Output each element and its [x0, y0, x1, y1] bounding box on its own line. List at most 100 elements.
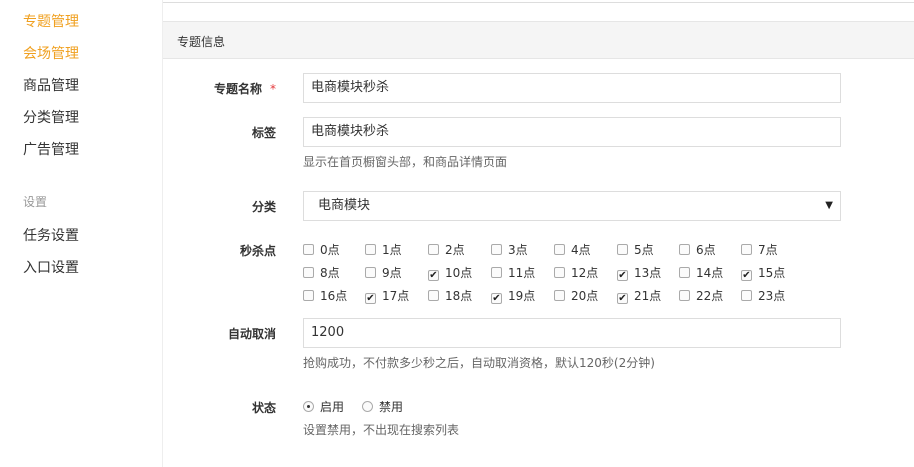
seckill-hour-label: 13点 — [634, 266, 662, 280]
checkbox-unchecked-icon — [365, 244, 376, 255]
checkbox-unchecked-icon — [741, 244, 752, 255]
checkbox-checked-icon: ✔ — [428, 270, 439, 281]
seckill-hour-label: 7点 — [758, 243, 778, 257]
divider — [163, 0, 914, 3]
status-enable-label: 启用 — [320, 400, 345, 414]
sidebar-item-categories[interactable]: 分类管理 — [23, 107, 79, 127]
seckill-hour-checkbox[interactable]: 3点 — [491, 241, 528, 259]
sidebar-item-task-settings[interactable]: 任务设置 — [23, 225, 79, 245]
seckill-hour-checkbox[interactable]: 20点 — [554, 287, 598, 305]
sidebar-section-settings: 设置 — [23, 195, 48, 209]
sidebar-item-products[interactable]: 商品管理 — [23, 75, 79, 95]
seckill-hour-checkbox[interactable]: 1点 — [365, 241, 402, 259]
status-disable-label: 禁用 — [379, 400, 404, 414]
seckill-hour-checkbox[interactable]: 12点 — [554, 264, 598, 282]
seckill-hour-label: 1点 — [382, 243, 402, 257]
panel-header: 专题信息 — [163, 21, 914, 59]
seckill-hour-label: 21点 — [634, 289, 662, 303]
seckill-hour-label: 9点 — [382, 266, 402, 280]
seckill-hour-checkbox[interactable]: 0点 — [303, 241, 340, 259]
checkbox-unchecked-icon — [303, 244, 314, 255]
seckill-hour-checkbox[interactable]: ✔ 21点 — [617, 287, 661, 305]
seckill-hour-label: 15点 — [758, 266, 786, 280]
checkbox-unchecked-icon — [679, 244, 690, 255]
topic-name-label-text: 专题名称 — [213, 82, 262, 96]
seckill-hour-checkbox[interactable]: ✔ 17点 — [365, 287, 409, 305]
auto-cancel-input[interactable]: 1200 — [303, 318, 841, 348]
checkbox-unchecked-icon — [428, 290, 439, 301]
category-select[interactable]: 电商模块 ▼ — [303, 191, 841, 221]
checkbox-unchecked-icon — [679, 290, 690, 301]
required-mark: * — [270, 82, 276, 96]
checkbox-checked-icon: ✔ — [617, 270, 628, 281]
category-selected-value: 电商模块 — [318, 198, 371, 213]
tag-input[interactable]: 电商模块秒杀 — [303, 117, 841, 147]
category-label: 分类 — [251, 200, 276, 214]
seckill-hour-label: 17点 — [382, 289, 410, 303]
seckill-hour-checkbox[interactable]: 14点 — [679, 264, 723, 282]
seckill-hour-checkbox[interactable]: ✔ 15点 — [741, 264, 785, 282]
status-help-text: 设置禁用，不出现在搜索列表 — [303, 423, 460, 437]
seckill-hour-checkbox[interactable]: 9点 — [365, 264, 402, 282]
checkbox-unchecked-icon — [428, 244, 439, 255]
seckill-hour-label: 8点 — [320, 266, 340, 280]
sidebar-item-entry-settings[interactable]: 入口设置 — [23, 257, 79, 277]
seckill-label: 秒杀点 — [239, 244, 276, 258]
seckill-hour-checkbox[interactable]: ✔ 10点 — [428, 264, 472, 282]
seckill-hour-checkbox[interactable]: 22点 — [679, 287, 723, 305]
seckill-hour-label: 18点 — [445, 289, 473, 303]
seckill-hour-checkbox[interactable]: 7点 — [741, 241, 778, 259]
seckill-hour-checkbox[interactable]: 8点 — [303, 264, 340, 282]
seckill-hour-label: 10点 — [445, 266, 473, 280]
seckill-hour-checkbox[interactable]: ✔ 19点 — [491, 287, 535, 305]
seckill-hour-checkbox[interactable]: 6点 — [679, 241, 716, 259]
seckill-hour-label: 3点 — [508, 243, 528, 257]
tag-help-text: 显示在首页橱窗头部，和商品详情页面 — [303, 155, 508, 169]
seckill-hour-checkbox[interactable]: 2点 — [428, 241, 465, 259]
topic-name-label: 专题名称 * — [163, 80, 276, 97]
seckill-hour-label: 20点 — [571, 289, 599, 303]
checkbox-unchecked-icon — [617, 244, 628, 255]
status-label: 状态 — [251, 401, 276, 415]
checkbox-unchecked-icon — [491, 244, 502, 255]
checkbox-unchecked-icon — [303, 267, 314, 278]
seckill-hour-label: 23点 — [758, 289, 786, 303]
caret-down-icon: ▼ — [825, 200, 833, 211]
seckill-hour-label: 6点 — [696, 243, 716, 257]
seckill-hour-label: 11点 — [508, 266, 536, 280]
seckill-hour-label: 0点 — [320, 243, 340, 257]
checkbox-unchecked-icon — [741, 290, 752, 301]
seckill-hour-label: 12点 — [571, 266, 599, 280]
checkbox-unchecked-icon — [365, 267, 376, 278]
seckill-hour-checkbox[interactable]: 18点 — [428, 287, 472, 305]
seckill-hour-checkbox[interactable]: 23点 — [741, 287, 785, 305]
checkbox-checked-icon: ✔ — [741, 270, 752, 281]
seckill-hour-checkbox[interactable]: 11点 — [491, 264, 535, 282]
seckill-hour-checkbox[interactable]: ✔ 13点 — [617, 264, 661, 282]
seckill-hour-checkbox[interactable]: 16点 — [303, 287, 347, 305]
checkbox-unchecked-icon — [554, 244, 565, 255]
seckill-hour-label: 22点 — [696, 289, 724, 303]
topic-name-input[interactable]: 电商模块秒杀 — [303, 73, 841, 103]
main-content: 专题信息 专题名称 * 电商模块秒杀 标签 电商模块秒杀 显示在首页橱窗头部，和商… — [163, 0, 914, 467]
auto-cancel-help-text: 抢购成功，不付款多少秒之后，自动取消资格，默认120秒(2分钟) — [303, 356, 655, 370]
checkbox-checked-icon: ✔ — [491, 293, 502, 304]
status-disable-radio[interactable]: 禁用 — [362, 398, 403, 416]
sidebar-item-venues[interactable]: 会场管理 — [23, 43, 79, 63]
seckill-hour-label: 4点 — [571, 243, 591, 257]
seckill-hour-checkbox[interactable]: 4点 — [554, 241, 591, 259]
seckill-hour-checkbox[interactable]: 5点 — [617, 241, 654, 259]
panel-title: 专题信息 — [177, 35, 226, 49]
checkbox-unchecked-icon — [491, 267, 502, 278]
sidebar-item-ads[interactable]: 广告管理 — [23, 139, 79, 159]
sidebar-item-topics[interactable]: 专题管理 — [23, 11, 79, 31]
checkbox-checked-icon: ✔ — [365, 293, 376, 304]
checkbox-unchecked-icon — [303, 290, 314, 301]
seckill-hour-label: 5点 — [634, 243, 654, 257]
seckill-hour-label: 2点 — [445, 243, 465, 257]
status-enable-radio[interactable]: 启用 — [303, 398, 344, 416]
seckill-hour-label: 19点 — [508, 289, 536, 303]
checkbox-unchecked-icon — [679, 267, 690, 278]
seckill-hour-label: 14点 — [696, 266, 724, 280]
seckill-hour-label: 16点 — [320, 289, 348, 303]
